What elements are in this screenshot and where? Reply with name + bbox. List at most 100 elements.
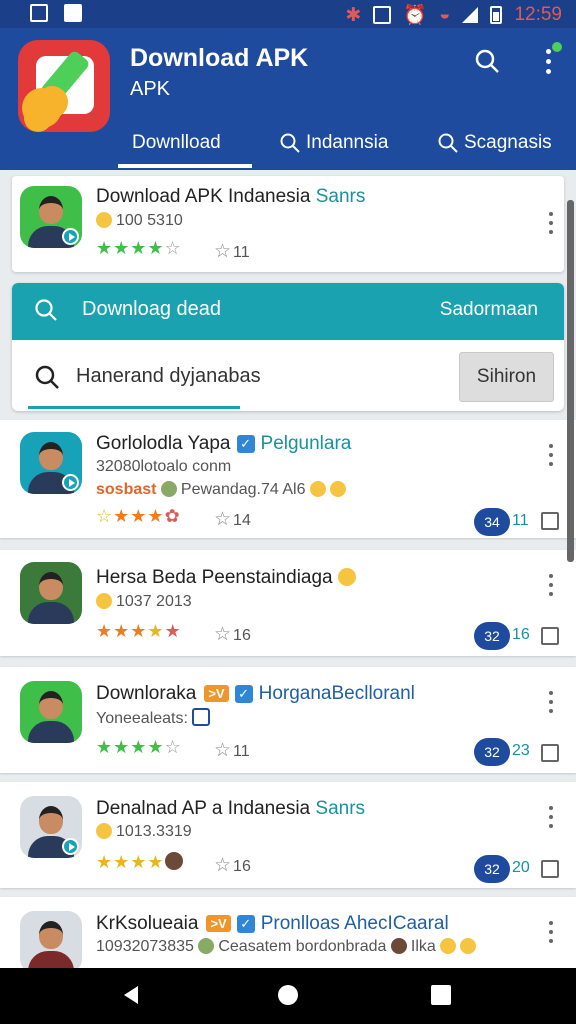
list-item[interactable]: Downloraka >V ✓ HorganaBeclloranl Yoneealea… [0,667,576,773]
avatar-icon [198,938,215,954]
verified-icon: ✓ [236,915,255,933]
play-icon [62,838,79,855]
list-item[interactable]: Hersa Beda Peenstaindiaga 1037 2013 ★★★★… [0,550,576,656]
emoji-icon [96,823,112,839]
item-title: Gorlolodla Yapa ✓ Pelgunlara [96,433,352,454]
app-title: Download APK [130,44,309,72]
search-icon [35,299,57,321]
list-item[interactable]: Gorlolodla Yapa ✓ Pelgunlara 32080lotoalo … [0,420,576,538]
count-pill: 32 [474,738,510,766]
search-icon[interactable] [474,48,500,74]
search-header-action[interactable]: Sadormaan [440,299,538,321]
rating-stars: ★★★★☆ [96,737,182,757]
verified-icon: ✓ [236,435,255,453]
star-count: ☆ 16 [214,624,251,645]
back-icon[interactable] [120,984,142,1006]
avatar-icon [160,481,177,497]
tv-icon [192,708,211,726]
overflow-menu-icon[interactable] [540,42,562,76]
featured-app-card[interactable]: Download APK Indanesia Sanrs 100 5310 ★★… [12,176,564,272]
alarm-icon: ⏰ [403,5,427,26]
rating-stars: ★★★★☆ [96,238,182,258]
app-bar: Download APK APK Downlload Indannsia Sca… [0,28,576,170]
select-checkbox[interactable] [541,512,559,530]
star-icon: ☆ [214,509,232,530]
count-pill: 32 [474,622,510,650]
select-checkbox[interactable] [541,744,559,762]
avatar [20,796,82,858]
select-checkbox[interactable] [541,860,559,878]
item-meta: Yoneealeats: [96,708,211,728]
search-field-row: Sihiron [12,340,564,411]
recents-icon[interactable] [430,984,452,1006]
list-item[interactable]: KrKsolueaia >V ✓ Pronlloas AhecICaaral 1093… [0,897,576,977]
avatar [20,562,82,624]
count-pill: 32 [474,855,510,883]
active-tab-indicator [118,164,252,168]
rating-stars: ☆★★★✿ [96,506,181,526]
emoji-icon [440,938,457,954]
featured-title: Download APK Indanesia Sanrs [96,186,366,207]
star-count: ☆ 11 [214,740,250,761]
nfc-icon [373,6,392,24]
bluetooth-icon: ✱ [345,4,362,26]
search-input[interactable] [76,358,446,394]
app-subtitle: APK [130,78,171,100]
star-icon: ☆ [214,241,232,262]
avatar [20,432,82,494]
system-nav-bar [0,968,576,1024]
tab-indannsia[interactable]: Indannsia [280,126,388,160]
search-icon [280,133,300,153]
vip-badge: >V [206,915,231,932]
pill-count: 23 [512,742,530,759]
search-header[interactable]: Downloag dead Sadormaan [12,283,564,340]
star-icon: ☆ [214,740,232,761]
star-icon: ☆ [214,624,232,645]
item-title: Hersa Beda Peenstaindiaga [96,567,356,589]
input-underline [28,406,240,409]
item-meta: 1037 2013 [96,593,192,611]
search-icon [438,133,458,153]
pill-count: 11 [512,512,529,529]
play-icon [62,228,79,245]
star-icon: ☆ [214,855,232,876]
item-title: Downloraka >V ✓ HorganaBeclloranl [96,683,415,704]
list-item[interactable]: Denalnad AP a Indanesia Sanrs 1013.3319 … [0,782,576,888]
tab-download[interactable]: Downlload [132,126,221,160]
emoji-icon [337,568,356,586]
select-checkbox[interactable] [541,627,559,645]
pill-count: 20 [512,859,530,876]
signal-icon [462,7,479,23]
status-time: 12:59 [514,4,562,25]
item-meta: 32080lotoalo conm [96,458,232,475]
star-count: ☆ 14 [214,509,251,530]
scrollbar[interactable] [567,200,574,562]
item-title: Denalnad AP a Indanesia Sanrs [96,798,366,819]
more-options-icon[interactable] [548,921,554,948]
search-submit-button[interactable]: Sihiron [459,352,554,402]
more-options-icon[interactable] [548,806,554,833]
home-icon[interactable] [277,984,299,1006]
tab-scagnasis[interactable]: Scagnasis [438,126,552,160]
item-meta: 1013.3319 [96,823,192,841]
play-icon [62,474,79,491]
more-options-icon[interactable] [548,444,554,471]
app-logo [18,40,110,132]
avatar-icon [390,938,407,954]
more-options-icon[interactable] [548,691,554,718]
search-header-label: Downloag dead [82,298,221,320]
pill-count: 16 [512,626,530,643]
tab-bar: Downlload Indannsia Scagnasis [0,120,576,170]
item-meta-2: sosbast Pewandag.74 Al6 [96,481,350,499]
more-options-icon[interactable] [548,574,554,601]
more-options-icon[interactable] [548,212,554,239]
gallery-icon [30,4,48,22]
battery-icon [490,6,503,24]
emoji-icon [96,593,112,609]
rating-stars: ★★★★★ [96,621,182,641]
count-pill: 34 [474,508,510,536]
emoji-icon [329,481,346,497]
emoji-icon [96,212,112,228]
avatar [20,681,82,743]
featured-meta: 100 5310 [96,212,183,230]
